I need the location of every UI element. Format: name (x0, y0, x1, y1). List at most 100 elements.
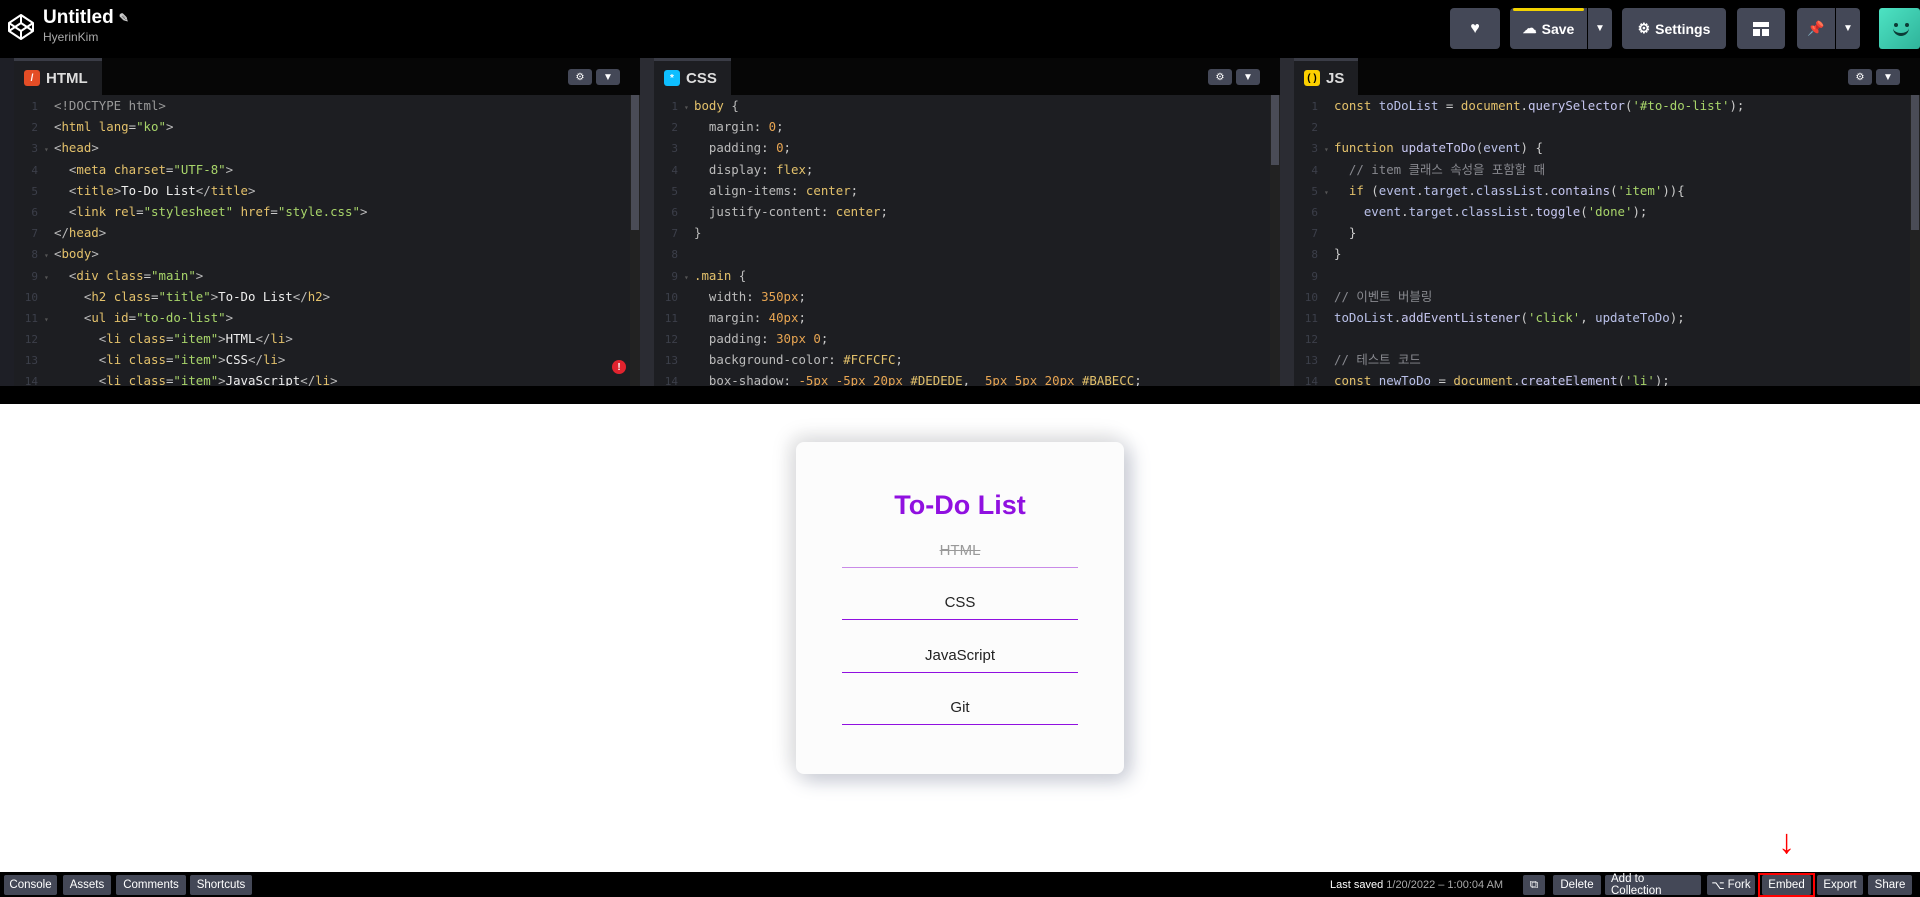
code-line[interactable]: 11 toDoList.addEventListener('click', upd… (1294, 307, 1910, 328)
gear-icon[interactable]: ⚙ (1848, 69, 1872, 85)
code-line[interactable]: 3 padding: 0; (654, 137, 1270, 158)
code-line[interactable]: 6 <link rel="stylesheet" href="style.css… (14, 201, 630, 222)
code-text[interactable]: <meta charset="UTF-8"> (54, 162, 233, 177)
error-icon[interactable]: ! (612, 360, 626, 374)
shortcuts-button[interactable]: Shortcuts (190, 875, 252, 895)
html-scrollbar[interactable] (630, 95, 640, 386)
code-text[interactable]: <link rel="stylesheet" href="style.css"> (54, 204, 367, 219)
love-button[interactable]: ♥ (1450, 8, 1500, 49)
css-code[interactable]: 1 ▾ body {2 margin: 0; 3 padding: 0; 4 displ… (654, 95, 1270, 386)
editor-resize-handle[interactable] (640, 58, 654, 386)
code-text[interactable]: .main { (694, 268, 746, 283)
code-text[interactable]: align-items: center; (694, 183, 858, 198)
code-text[interactable]: event.target.classList.toggle('done'); (1334, 204, 1648, 219)
code-line[interactable]: 8 ▾ <body> (14, 243, 630, 264)
assets-button[interactable]: Assets (63, 875, 111, 895)
code-line[interactable]: 4 display: flex; (654, 159, 1270, 180)
code-text[interactable]: const newToDo = document.createElement('… (1334, 373, 1670, 386)
code-line[interactable]: 7} (654, 222, 1270, 243)
code-text[interactable]: <!DOCTYPE html> (54, 98, 166, 113)
code-line[interactable]: 3 ▾ function updateToDo(event) { (1294, 137, 1910, 158)
code-text[interactable]: // item 클래스 속성을 포함할 때 (1334, 162, 1545, 177)
code-line[interactable]: 13 <li class="item">CSS</li> (14, 349, 630, 370)
code-line[interactable]: 3 ▾ <head> (14, 137, 630, 158)
js-scrollbar[interactable] (1910, 95, 1920, 386)
code-line[interactable]: 9 ▾ <div class="main"> (14, 265, 630, 286)
code-text[interactable]: // 테스트 코드 (1334, 352, 1421, 367)
settings-button[interactable]: ⚙ Settings (1622, 8, 1726, 49)
code-text[interactable]: <li class="item">HTML</li> (54, 331, 293, 346)
code-text[interactable]: const toDoList = document.querySelector(… (1334, 98, 1744, 113)
pin-button[interactable]: 📌 (1797, 8, 1835, 49)
code-line[interactable]: 1 const toDoList = document.querySelector… (1294, 95, 1910, 116)
code-line[interactable]: 13 // 테스트 코드 (1294, 349, 1910, 370)
code-line[interactable]: 11 ▾ <ul id="to-do-list"> (14, 307, 630, 328)
code-text[interactable]: } (1334, 246, 1341, 261)
chevron-down-icon[interactable]: ▼ (1236, 69, 1260, 85)
share-button[interactable]: Share (1868, 875, 1912, 895)
code-line[interactable]: 2 (1294, 116, 1910, 137)
save-options-button[interactable]: ▼ (1588, 8, 1612, 49)
code-line[interactable]: 4 <meta charset="UTF-8"> (14, 159, 630, 180)
external-link-icon[interactable]: ⧉ (1523, 875, 1545, 895)
pin-options-button[interactable]: ▼ (1836, 8, 1860, 49)
code-text[interactable]: margin: 0; (694, 119, 784, 134)
code-text[interactable]: padding: 30px 0; (694, 331, 828, 346)
code-line[interactable]: 13 background-color: #FCFCFC; (654, 349, 1270, 370)
css-scrollbar[interactable] (1270, 95, 1280, 386)
code-line[interactable]: 5 ▾ if (event.target.classList.contains('… (1294, 180, 1910, 201)
fork-button[interactable]: ⌥ Fork (1707, 875, 1755, 895)
code-line[interactable]: 11 margin: 40px; (654, 307, 1270, 328)
code-line[interactable]: 2 <html lang="ko"> (14, 116, 630, 137)
html-code[interactable]: 1 <!DOCTYPE html> 2 <html lang="ko"> 3 ▾ <head… (14, 95, 630, 386)
code-text[interactable]: width: 350px; (694, 289, 806, 304)
code-line[interactable]: 8} (1294, 243, 1910, 264)
code-text[interactable]: toDoList.addEventListener('click', updat… (1334, 310, 1685, 325)
code-text[interactable]: <li class="item">JavaScript</li> (54, 373, 338, 386)
tab-js[interactable]: ( ) JS (1294, 58, 1359, 95)
code-text[interactable]: } (694, 225, 701, 240)
todo-item[interactable]: Git (842, 695, 1078, 725)
avatar[interactable] (1879, 8, 1920, 49)
save-button[interactable]: ☁ Save (1510, 8, 1587, 49)
code-text[interactable]: margin: 40px; (694, 310, 806, 325)
code-text[interactable]: </head> (54, 225, 106, 240)
code-line[interactable]: 1 ▾ body { (654, 95, 1270, 116)
code-line[interactable]: 9 ▾ .main { (654, 265, 1270, 286)
tab-html[interactable]: / HTML (14, 58, 102, 95)
gear-icon[interactable]: ⚙ (1208, 69, 1232, 85)
delete-button[interactable]: Delete (1553, 875, 1601, 895)
code-text[interactable]: <li class="item">CSS</li> (54, 352, 286, 367)
export-button[interactable]: Export (1817, 875, 1863, 895)
fold-toggle[interactable]: ▾ (1324, 139, 1334, 160)
code-line[interactable]: 14 <li class="item">JavaScript</li> (14, 370, 630, 386)
todo-item[interactable]: JavaScript (842, 643, 1078, 673)
code-line[interactable]: 12 padding: 30px 0; (654, 328, 1270, 349)
code-line[interactable]: 5 <title>To-Do List</title> (14, 180, 630, 201)
fold-toggle[interactable]: ▾ (1324, 182, 1334, 203)
comments-button[interactable]: Comments (116, 875, 186, 895)
chevron-down-icon[interactable]: ▼ (1876, 69, 1900, 85)
code-text[interactable]: justify-content: center; (694, 204, 888, 219)
code-line[interactable]: 5 align-items: center; (654, 180, 1270, 201)
code-text[interactable]: display: flex; (694, 162, 813, 177)
code-text[interactable]: <body> (54, 246, 99, 261)
username[interactable]: HyerinKim (43, 30, 129, 44)
code-text[interactable]: box-shadow: -5px -5px 20px #DEDEDE, 5px … (694, 373, 1142, 386)
code-line[interactable]: 14 box-shadow: -5px -5px 20px #DEDEDE, 5… (654, 370, 1270, 386)
code-line[interactable]: 9 (1294, 265, 1910, 286)
code-line[interactable]: 7 } (1294, 222, 1910, 243)
code-line[interactable]: 4 // item 클래스 속성을 포함할 때 (1294, 159, 1910, 180)
code-line[interactable]: 6 event.target.classList.toggle('done'); (1294, 201, 1910, 222)
code-text[interactable]: <html lang="ko"> (54, 119, 173, 134)
fold-toggle[interactable]: ▾ (44, 267, 54, 288)
fold-toggle[interactable]: ▾ (684, 97, 694, 118)
code-text[interactable]: if (event.target.classList.contains('ite… (1334, 183, 1685, 198)
code-line[interactable]: 7 </head> (14, 222, 630, 243)
code-text[interactable]: } (1334, 225, 1356, 240)
fold-toggle[interactable]: ▾ (44, 309, 54, 330)
code-text[interactable]: <head> (54, 140, 99, 155)
fold-toggle[interactable]: ▾ (684, 267, 694, 288)
code-text[interactable]: background-color: #FCFCFC; (694, 352, 903, 367)
code-line[interactable]: 12 (1294, 328, 1910, 349)
